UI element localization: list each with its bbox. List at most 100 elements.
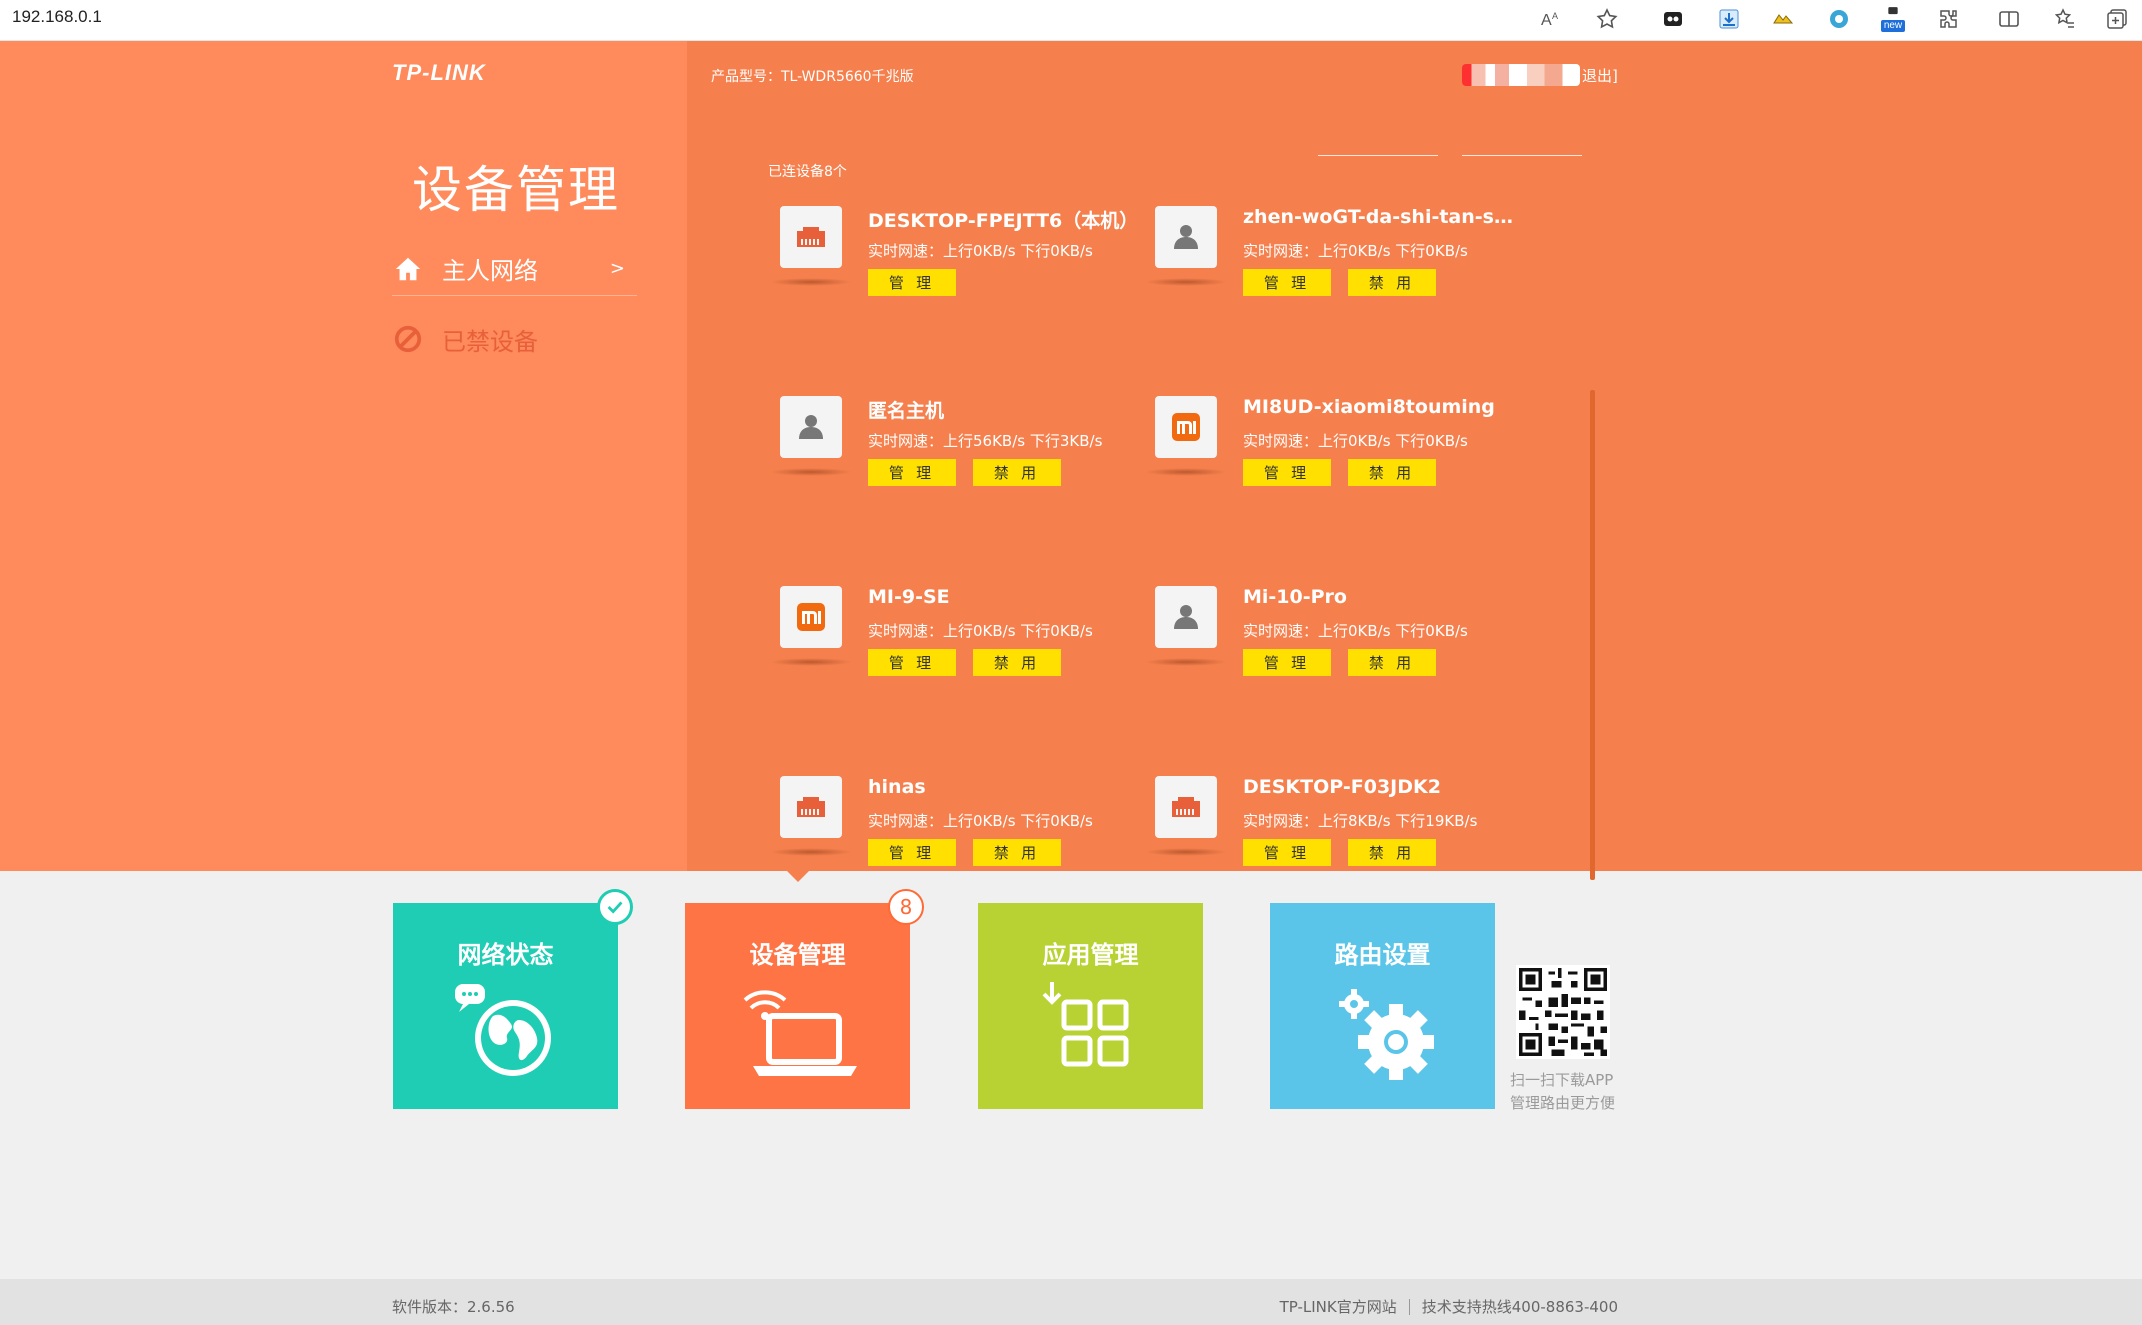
qr-caption: 扫一扫下载APP 管理路由更方便 <box>1510 1071 1616 1112</box>
device-speed: 实时网速：上行0KB/s 下行0KB/s <box>1243 622 1468 640</box>
sidebar-item-label: 主人网络 <box>442 257 538 285</box>
device-name: DESKTOP-F03JDK2 <box>1243 776 1441 798</box>
device-name: DESKTOP-FPEJTT6（本机） <box>868 210 1139 232</box>
device-name: Mi-10-Pro <box>1243 586 1347 608</box>
manage-button[interactable]: 管 理 <box>868 269 956 296</box>
read-aloud-icon[interactable]: AA <box>1538 6 1564 32</box>
sidebar-item-host-network[interactable]: 主人网络 > <box>392 242 637 296</box>
ban-button[interactable]: 禁 用 <box>1348 269 1436 296</box>
scrollbar[interactable] <box>1590 390 1595 880</box>
tile-label: 网络状态 <box>457 941 554 969</box>
browser-toolbar: 192.168.0.1 AA new <box>0 0 2142 41</box>
device-card: zhen-woGT-da-shi-tan-su... 实时网速：上行0KB/s 下… <box>1143 194 1523 344</box>
device-name: hinas <box>868 776 926 798</box>
official-site-link[interactable]: TP-LINK官方网站 <box>1280 1296 1397 1317</box>
ban-button[interactable]: 禁 用 <box>973 839 1061 866</box>
tile-label: 路由设置 <box>1334 941 1431 969</box>
gear-icon <box>1270 978 1495 1088</box>
manage-button[interactable]: 管 理 <box>1243 839 1331 866</box>
sidebar-item-label: 已禁设备 <box>442 327 538 356</box>
home-icon <box>392 253 424 285</box>
icon-shadow <box>770 658 852 666</box>
manage-button[interactable]: 管 理 <box>1243 459 1331 486</box>
blurred-username <box>1462 64 1580 86</box>
page-title: 设备管理 <box>412 161 620 219</box>
device-speed: 实时网速：上行8KB/s 下行19KB/s <box>1243 812 1478 830</box>
extension-yellow-icon[interactable] <box>1770 6 1796 32</box>
sidebar-item-banned-devices[interactable]: 已禁设备 <box>392 312 637 366</box>
address-bar[interactable]: 192.168.0.1 <box>12 7 102 27</box>
ban-button[interactable]: 禁 用 <box>1348 839 1436 866</box>
divider <box>1408 1298 1410 1315</box>
device-card: hinas 实时网速：上行0KB/s 下行0KB/s 管 理禁 用 <box>768 764 1148 914</box>
svg-text:A: A <box>1541 12 1552 29</box>
active-tile-pointer <box>786 870 810 882</box>
collections-icon[interactable] <box>2104 6 2130 32</box>
ethernet-icon <box>780 206 842 268</box>
apps-grid-icon <box>978 978 1203 1088</box>
tab-underline <box>1318 155 1438 156</box>
person-icon <box>1155 206 1217 268</box>
ban-button[interactable]: 禁 用 <box>1348 459 1436 486</box>
icon-shadow <box>1145 848 1227 856</box>
ethernet-icon <box>780 776 842 838</box>
icon-shadow <box>770 278 852 286</box>
download-extension-icon[interactable] <box>1716 6 1742 32</box>
device-name: 匿名主机 <box>868 400 945 422</box>
manage-button[interactable]: 管 理 <box>1243 649 1331 676</box>
ban-button[interactable]: 禁 用 <box>973 649 1061 676</box>
ban-button[interactable]: 禁 用 <box>973 459 1061 486</box>
device-speed: 实时网速：上行0KB/s 下行0KB/s <box>868 242 1093 260</box>
logout-link[interactable]: 退出] <box>1582 65 1618 86</box>
device-speed: 实时网速：上行56KB/s 下行3KB/s <box>868 432 1103 450</box>
extension-new-icon[interactable]: new <box>1880 6 1906 32</box>
person-icon <box>1155 586 1217 648</box>
device-speed: 实时网速：上行0KB/s 下行0KB/s <box>868 622 1093 640</box>
device-name: zhen-woGT-da-shi-tan-su... <box>1243 206 1518 228</box>
extension-mask-icon[interactable] <box>1660 6 1686 32</box>
app-qr-code <box>1516 965 1610 1059</box>
product-model: 产品型号：TL-WDR5660千兆版 <box>711 69 914 85</box>
icon-shadow <box>1145 468 1227 476</box>
tile-app-management[interactable]: 应用管理 <box>978 903 1203 1109</box>
tile-router-settings[interactable]: 路由设置 <box>1270 903 1495 1109</box>
software-version: 软件版本：2.6.56 <box>392 1298 515 1316</box>
network-ok-badge <box>597 889 633 925</box>
ban-icon <box>392 323 424 355</box>
user-logout-area: 退出] <box>1462 64 1618 86</box>
chevron-right-icon: > <box>609 258 625 279</box>
icon-shadow <box>770 848 852 856</box>
manage-button[interactable]: 管 理 <box>868 649 956 676</box>
person-icon <box>780 396 842 458</box>
manage-button[interactable]: 管 理 <box>1243 269 1331 296</box>
device-count-badge: 8 <box>888 889 924 925</box>
svg-text:A: A <box>1552 11 1558 21</box>
favorite-star-icon[interactable] <box>1594 6 1620 32</box>
extension-circle-icon[interactable] <box>1826 6 1852 32</box>
icon-shadow <box>1145 278 1227 286</box>
device-speed: 实时网速：上行0KB/s 下行0KB/s <box>1243 242 1468 260</box>
laptop-wifi-icon <box>685 978 910 1088</box>
globe-icon <box>393 978 618 1088</box>
tile-label: 设备管理 <box>749 941 846 969</box>
device-card: 匿名主机实时网速：上行56KB/s 下行3KB/s 管 理禁 用 <box>768 384 1148 534</box>
split-screen-icon[interactable] <box>1996 6 2022 32</box>
icon-shadow <box>770 468 852 476</box>
footer <box>0 1279 2142 1325</box>
manage-button[interactable]: 管 理 <box>868 459 956 486</box>
extensions-puzzle-icon[interactable] <box>1936 6 1962 32</box>
device-card: MI-9-SE 实时网速：上行0KB/s 下行0KB/s 管 理禁 用 <box>768 574 1148 724</box>
footer-links: TP-LINK官方网站 技术支持热线400-8863-400 <box>1280 1296 1618 1317</box>
mi-logo-icon <box>780 586 842 648</box>
manage-button[interactable]: 管 理 <box>868 839 956 866</box>
tile-device-management[interactable]: 设备管理 <box>685 903 910 1109</box>
device-card: DESKTOP-F03JDK2 实时网速：上行8KB/s 下行19KB/s 管 理禁… <box>1143 764 1523 914</box>
support-hotline: 技术支持热线400-8863-400 <box>1421 1298 1618 1316</box>
device-speed: 实时网速：上行0KB/s 下行0KB/s <box>1243 432 1468 450</box>
device-card: DESKTOP-FPEJTT6（本机） 实时网速：上行0KB/s 下行0KB/s 管… <box>768 194 1148 344</box>
icon-shadow <box>1145 658 1227 666</box>
favorites-icon[interactable] <box>2052 6 2078 32</box>
ban-button[interactable]: 禁 用 <box>1348 649 1436 676</box>
tile-network-status[interactable]: 网络状态 <box>393 903 618 1109</box>
device-card: Mi-10-Pro 实时网速：上行0KB/s 下行0KB/s 管 理禁 用 <box>1143 574 1523 724</box>
